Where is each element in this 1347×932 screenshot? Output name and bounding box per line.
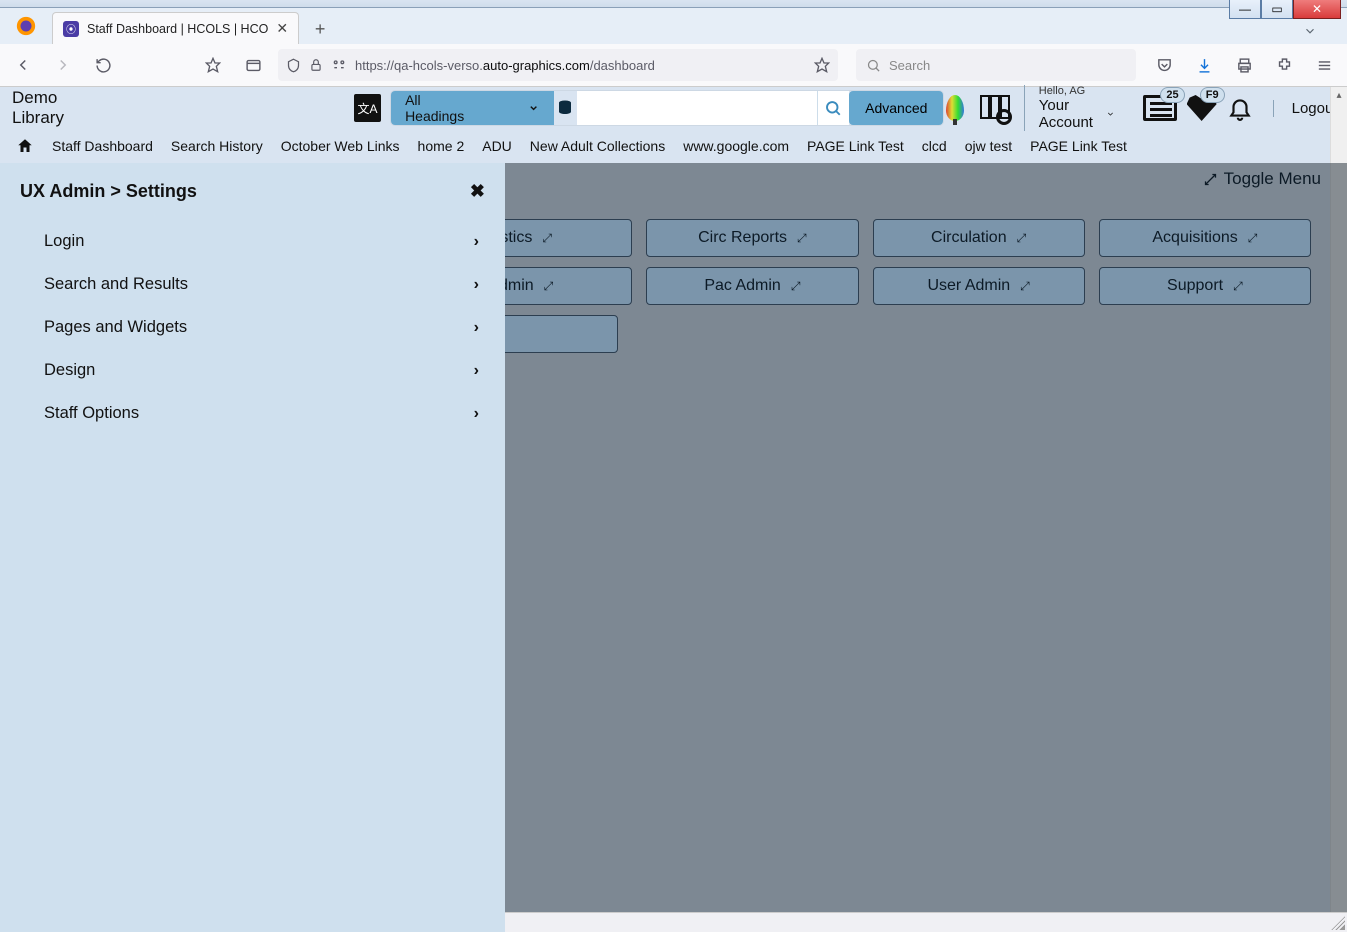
tab-favicon: ⦿: [63, 21, 79, 37]
print-icon[interactable]: [1229, 50, 1259, 80]
search-icon: [824, 99, 842, 117]
tab-title: Staff Dashboard | HCOLS | HCO: [87, 22, 268, 36]
firefox-logo: [8, 8, 44, 44]
os-maximize-button[interactable]: ▭: [1261, 0, 1293, 19]
dashboard-tile[interactable]: Pac Admin⤢: [646, 267, 858, 305]
expand-icon: ⤢: [542, 231, 552, 246]
expand-icon: ⤢: [1017, 231, 1027, 246]
advanced-search-button[interactable]: Advanced: [849, 91, 943, 125]
browser-search-bar[interactable]: Search: [856, 49, 1136, 81]
list-tabs-button[interactable]: [1293, 18, 1327, 44]
chevron-right-icon: ›: [474, 405, 479, 423]
chevron-right-icon: ›: [474, 233, 479, 251]
dashboard-tile[interactable]: Circulation⤢: [873, 219, 1085, 257]
forward-button[interactable]: [48, 50, 78, 80]
favorites-button[interactable]: F9: [1187, 95, 1217, 121]
browser-tab-active[interactable]: ⦿ Staff Dashboard | HCOLS | HCO ✕: [52, 12, 299, 44]
back-button[interactable]: [8, 50, 38, 80]
search-icon: [866, 58, 881, 73]
toggle-menu-button[interactable]: Toggle Menu: [1203, 169, 1321, 189]
downloads-icon[interactable]: [1189, 50, 1219, 80]
greeting-text: Hello, AG: [1039, 85, 1115, 97]
panel-item-design[interactable]: Design›: [20, 349, 485, 392]
expand-icon: ⤢: [797, 231, 807, 246]
language-icon[interactable]: 文A: [354, 94, 381, 122]
shield-icon: [286, 58, 301, 73]
bookmark-star-icon[interactable]: [198, 50, 228, 80]
resize-grip[interactable]: [1331, 916, 1345, 930]
nav-item[interactable]: PAGE Link Test: [1030, 138, 1127, 154]
bookmarks-folder-icon[interactable]: [238, 50, 268, 80]
expand-icon: ⤢: [1233, 279, 1243, 294]
nav-strip: Staff Dashboard Search History October W…: [0, 129, 1347, 163]
list-count-badge: 25: [1160, 87, 1184, 103]
hamburger-menu-icon[interactable]: [1309, 50, 1339, 80]
expand-icon: ⤢: [1248, 231, 1258, 246]
ux-admin-settings-panel: UX Admin > Settings ✖ Login› Search and …: [0, 163, 505, 932]
nav-item[interactable]: New Adult Collections: [530, 138, 665, 154]
expand-icon: ⤢: [544, 279, 554, 294]
panel-close-button[interactable]: ✖: [470, 181, 485, 202]
nav-item[interactable]: ADU: [482, 138, 512, 154]
search-submit-button[interactable]: [817, 91, 850, 125]
chevron-right-icon: ›: [474, 319, 479, 337]
url-text: https://qa-hcols-verso.auto-graphics.com…: [355, 58, 655, 73]
panel-breadcrumb: UX Admin > Settings: [20, 181, 197, 202]
panel-item-pages-and-widgets[interactable]: Pages and Widgets›: [20, 306, 485, 349]
nav-item[interactable]: October Web Links: [281, 138, 400, 154]
tab-close-icon[interactable]: ✕: [276, 20, 288, 37]
lock-icon: [309, 58, 323, 72]
my-lists-button[interactable]: 25: [1143, 95, 1177, 121]
pocket-icon[interactable]: [1149, 50, 1179, 80]
chevron-right-icon: ›: [474, 362, 479, 380]
search-scope-dropdown[interactable]: All Headings: [391, 91, 554, 125]
favorites-badge: F9: [1200, 87, 1225, 103]
catalog-search-icon[interactable]: [980, 93, 1010, 123]
your-account-dropdown[interactable]: Your Account: [1039, 97, 1115, 131]
search-scope-label: All Headings: [405, 92, 478, 124]
nav-item[interactable]: www.google.com: [683, 138, 789, 154]
dashboard-tile[interactable]: Acquisitions⤢: [1099, 219, 1311, 257]
chevron-right-icon: ›: [474, 276, 479, 294]
nav-item[interactable]: clcd: [922, 138, 947, 154]
permissions-icon: [331, 57, 347, 73]
dashboard-tile[interactable]: User Admin⤢: [873, 267, 1085, 305]
nav-item[interactable]: home 2: [418, 138, 465, 154]
panel-item-staff-options[interactable]: Staff Options›: [20, 392, 485, 435]
notifications-button[interactable]: [1227, 95, 1253, 121]
home-icon[interactable]: [16, 137, 34, 155]
extensions-icon[interactable]: [1269, 50, 1299, 80]
new-tab-button[interactable]: +: [305, 14, 335, 44]
nav-item[interactable]: Staff Dashboard: [52, 138, 153, 154]
os-minimize-button[interactable]: —: [1229, 0, 1261, 19]
bookmark-page-icon[interactable]: [814, 57, 830, 73]
search-placeholder: Search: [889, 58, 930, 73]
url-bar[interactable]: https://qa-hcols-verso.auto-graphics.com…: [278, 49, 838, 81]
close-icon: ✕: [1312, 2, 1322, 16]
chevron-down-icon: [1106, 108, 1115, 120]
minimize-icon: —: [1239, 2, 1251, 16]
os-close-button[interactable]: ✕: [1293, 0, 1341, 19]
expand-icon: ⤢: [791, 279, 801, 294]
nav-item[interactable]: PAGE Link Test: [807, 138, 904, 154]
expand-icon: ⤢: [1020, 279, 1030, 294]
plus-icon: +: [315, 19, 326, 40]
reload-button[interactable]: [88, 50, 118, 80]
maximize-icon: ▭: [1271, 2, 1282, 16]
dashboard-tile[interactable]: Support⤢: [1099, 267, 1311, 305]
library-name: Demo Library: [12, 88, 64, 128]
scroll-up-icon[interactable]: ▴: [1331, 87, 1347, 104]
main-search-input[interactable]: [577, 91, 817, 125]
balloon-icon[interactable]: [943, 93, 965, 123]
nav-item[interactable]: Search History: [171, 138, 263, 154]
chevron-down-icon: [528, 102, 539, 114]
panel-item-login[interactable]: Login›: [20, 220, 485, 263]
dashboard-tile[interactable]: Circ Reports⤢: [646, 219, 858, 257]
bell-icon: [1227, 95, 1253, 121]
database-icon[interactable]: [554, 91, 577, 125]
expand-icon: [1203, 172, 1218, 187]
panel-item-search-and-results[interactable]: Search and Results›: [20, 263, 485, 306]
nav-item[interactable]: ojw test: [965, 138, 1012, 154]
